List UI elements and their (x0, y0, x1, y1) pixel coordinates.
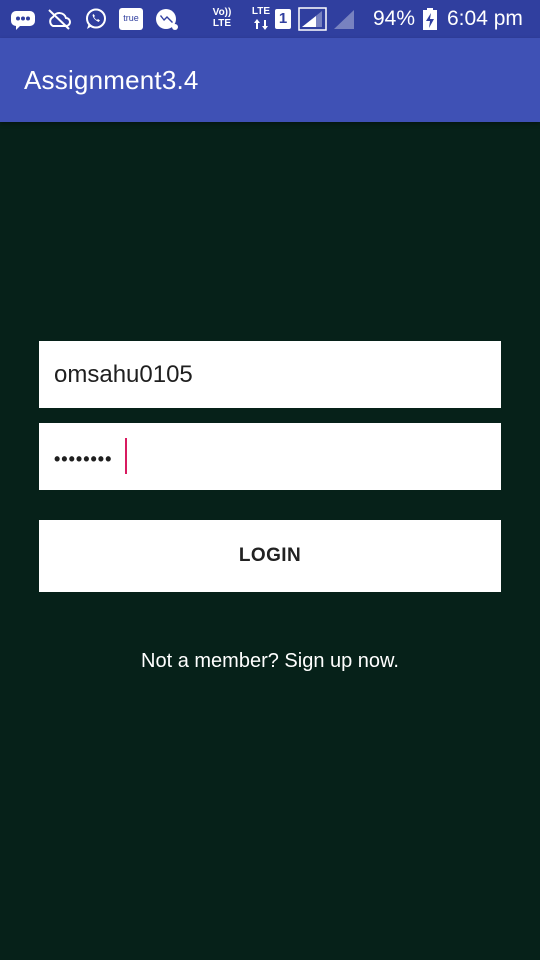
sim-1-icon: 1 (275, 9, 291, 29)
volte-label: Vo)) LTE (212, 7, 232, 29)
signup-link[interactable]: Not a member? Sign up now. (0, 648, 540, 674)
cloud-off-icon (48, 9, 71, 30)
password-field[interactable]: •••••••• (39, 423, 501, 490)
lte-label: LTE (251, 6, 271, 17)
password-value: •••••••• (54, 449, 113, 469)
true-app-label: true (123, 13, 139, 23)
signal-bars-icon (298, 7, 327, 31)
video-chat-icon (156, 9, 178, 30)
status-bar: true Vo)) LTE LTE 1 94% 6:04 pm (0, 0, 540, 38)
status-time: 6:04 pm (447, 7, 523, 30)
true-app-icon: true (119, 8, 143, 30)
whatsapp-icon (86, 8, 106, 29)
username-field[interactable]: omsahu0105 (39, 341, 501, 408)
signal-bars-empty-icon (334, 10, 354, 29)
username-value: omsahu0105 (54, 361, 193, 388)
text-cursor (125, 438, 127, 474)
login-button-label: LOGIN (238, 545, 302, 566)
app-title: Assignment3.4 (24, 65, 199, 95)
app-bar: Assignment3.4 (0, 38, 540, 122)
battery-charging-icon (423, 8, 437, 30)
battery-percent: 94% (373, 7, 416, 30)
sim-number: 1 (278, 10, 288, 27)
login-button[interactable]: LOGIN (39, 520, 501, 592)
messenger-chat-icon (11, 11, 35, 30)
volte-icon: Vo)) LTE (209, 7, 235, 31)
lte-data-icon: LTE (250, 6, 272, 31)
